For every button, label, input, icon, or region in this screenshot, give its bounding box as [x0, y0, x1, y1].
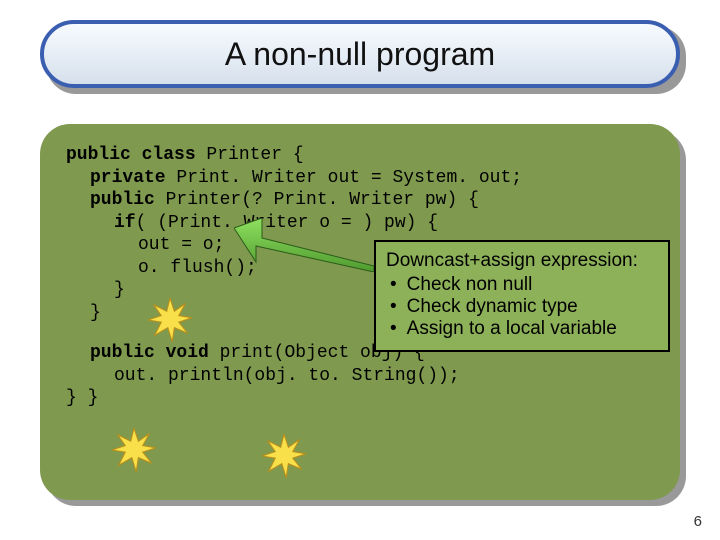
- callout-item: Check non null: [386, 274, 658, 296]
- code-line: public class Printer {: [66, 144, 654, 167]
- code-line: out. println(obj. to. String());: [114, 365, 654, 388]
- code-line: private Print. Writer out = System. out;: [90, 167, 654, 190]
- callout-item: Assign to a local variable: [386, 318, 658, 340]
- starburst-icon: [112, 428, 156, 472]
- slide-number: 6: [694, 513, 702, 530]
- slide-title-bar: A non-null program: [40, 20, 680, 88]
- slide-title: A non-null program: [225, 36, 495, 73]
- code-line: } }: [66, 387, 654, 410]
- callout-item: Check dynamic type: [386, 296, 658, 318]
- starburst-icon: [262, 434, 306, 478]
- callout-box: Downcast+assign expression: Check non nu…: [374, 240, 670, 352]
- arrow-icon: [234, 218, 374, 272]
- callout-heading: Downcast+assign expression:: [386, 250, 658, 272]
- code-line: if( (Print. Writer o = ) pw) {: [114, 212, 654, 235]
- title-pill: A non-null program: [40, 20, 680, 88]
- code-line: public Printer(? Print. Writer pw) {: [90, 189, 654, 212]
- starburst-icon: [148, 298, 192, 342]
- callout-list: Check non null Check dynamic type Assign…: [386, 274, 658, 340]
